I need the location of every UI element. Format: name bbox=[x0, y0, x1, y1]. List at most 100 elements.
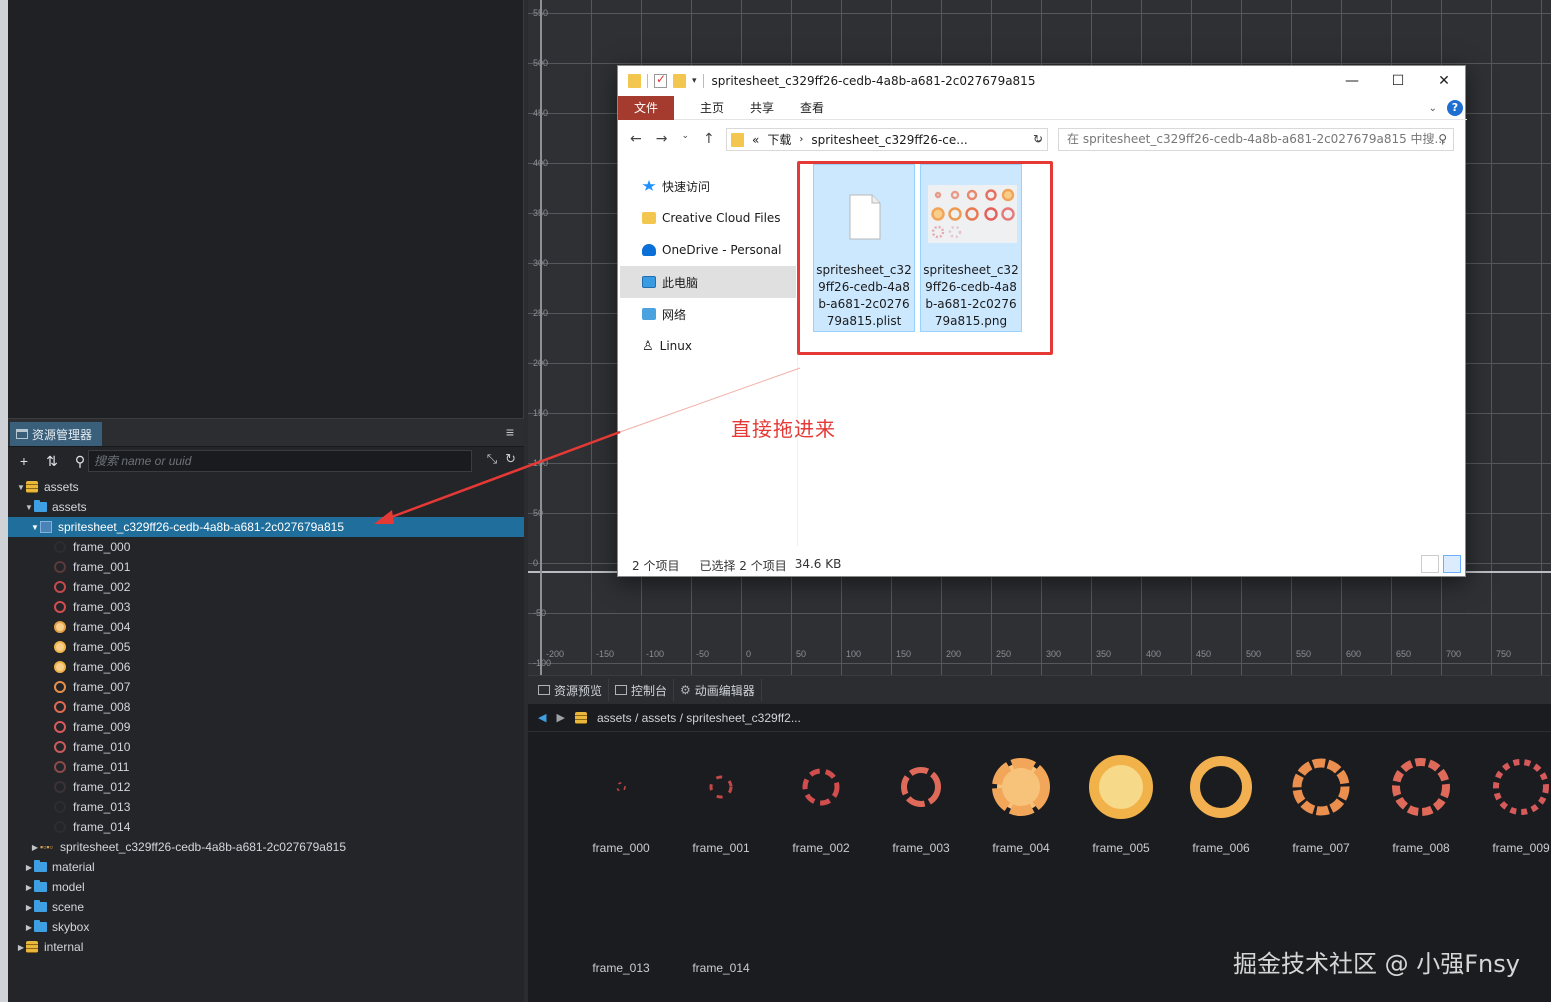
nav-network[interactable]: 网络 bbox=[618, 298, 798, 330]
tree-item-frame[interactable]: frame_011 bbox=[8, 757, 524, 777]
tree-item-folder[interactable]: ▶ model bbox=[8, 877, 524, 897]
frame-thumbnail[interactable]: frame_006 bbox=[1171, 752, 1271, 855]
collapse-arrow-icon[interactable]: ▶ bbox=[24, 863, 34, 872]
large-icons-view-button[interactable] bbox=[1443, 555, 1461, 573]
expand-arrow-icon[interactable]: ▼ bbox=[30, 523, 40, 532]
tree-item-folder[interactable]: ▶ scene bbox=[8, 897, 524, 917]
collapse-icon[interactable]: ⤡ bbox=[487, 451, 497, 467]
breadcrumb-downloads[interactable]: 下载 bbox=[767, 131, 791, 148]
frame-thumbnail[interactable]: frame_009 bbox=[1471, 752, 1551, 855]
properties-icon[interactable] bbox=[654, 72, 667, 88]
address-input[interactable]: « 下载 › spritesheet_c329ff26-ce... ⌄ bbox=[726, 128, 1048, 151]
back-arrow-icon[interactable]: ◀ bbox=[538, 711, 546, 724]
ribbon-expand-icon[interactable]: ⌄ bbox=[1429, 103, 1437, 114]
tree-item-frame[interactable]: frame_013 bbox=[8, 797, 524, 817]
tree-item-frame[interactable]: frame_012 bbox=[8, 777, 524, 797]
status-selected: 已选择 2 个项目 bbox=[699, 559, 787, 573]
tree-item-frame[interactable]: frame_008 bbox=[8, 697, 524, 717]
frame-thumbnail[interactable]: frame_014 bbox=[671, 872, 771, 975]
folder-icon bbox=[34, 860, 47, 872]
help-icon[interactable]: ? bbox=[1447, 100, 1463, 116]
tab-share[interactable]: 共享 bbox=[750, 99, 774, 116]
address-overflow[interactable]: « bbox=[752, 133, 759, 147]
tree-item-frame[interactable]: frame_010 bbox=[8, 737, 524, 757]
tree-item-assets[interactable]: ▼ assets bbox=[8, 497, 524, 517]
dropdown-icon[interactable]: ▾ bbox=[692, 76, 697, 86]
new-folder-icon[interactable] bbox=[673, 74, 686, 88]
tree-item-frame[interactable]: frame_001 bbox=[8, 557, 524, 577]
tree-item-frame[interactable]: frame_014 bbox=[8, 817, 524, 837]
tab-view[interactable]: 查看 bbox=[800, 99, 824, 116]
tab-home[interactable]: 主页 bbox=[700, 99, 724, 116]
search-icon[interactable]: ⚲ bbox=[1438, 129, 1447, 150]
tree-item-folder[interactable]: ▶ material bbox=[8, 857, 524, 877]
y-tick-label: 450 bbox=[533, 108, 549, 118]
tab-file[interactable]: 文件 bbox=[618, 95, 674, 120]
tree-item-spritesheet-plist[interactable]: ▼ spritesheet_c329ff26-cedb-4a8b-a681-2c… bbox=[8, 517, 524, 537]
details-view-button[interactable] bbox=[1421, 555, 1439, 573]
add-icon[interactable]: + bbox=[14, 451, 34, 471]
collapse-arrow-icon[interactable]: ▶ bbox=[30, 843, 40, 852]
frame-thumbnail[interactable]: frame_004 bbox=[971, 752, 1071, 855]
breadcrumb-folder[interactable]: spritesheet_c329ff26-ce... bbox=[811, 133, 967, 147]
sprite-frame-image bbox=[992, 758, 1050, 816]
nav-quick-access[interactable]: 快速访问 bbox=[618, 170, 798, 202]
collapse-arrow-icon[interactable]: ▶ bbox=[24, 923, 34, 932]
frame-thumbnail[interactable]: frame_005 bbox=[1071, 752, 1171, 855]
tab-asset-preview[interactable]: 资源预览 bbox=[532, 679, 610, 701]
refresh-icon[interactable]: ↻ bbox=[505, 451, 516, 467]
tree-item-frame[interactable]: frame_003 bbox=[8, 597, 524, 617]
tab-console[interactable]: 控制台 bbox=[609, 679, 675, 701]
menu-icon[interactable]: ≡ bbox=[506, 424, 514, 440]
frame-thumbnail[interactable]: frame_013 bbox=[571, 872, 671, 975]
frame-thumbnail[interactable]: frame_001 bbox=[671, 752, 771, 855]
nav-onedrive[interactable]: OneDrive - Personal bbox=[618, 234, 798, 266]
forward-arrow-icon[interactable]: → bbox=[656, 131, 668, 147]
tree-item-frame[interactable]: frame_005 bbox=[8, 637, 524, 657]
maximize-button[interactable]: ☐ bbox=[1375, 66, 1421, 96]
collapse-arrow-icon[interactable]: ▶ bbox=[24, 883, 34, 892]
close-button[interactable]: ✕ bbox=[1421, 66, 1467, 96]
recent-dropdown-icon[interactable]: ⌄ bbox=[681, 131, 689, 147]
refresh-icon[interactable]: ↻ bbox=[1028, 128, 1048, 151]
tree-item-assets-root[interactable]: ▼ assets bbox=[8, 477, 524, 497]
tree-label: frame_012 bbox=[73, 780, 131, 794]
database-icon bbox=[26, 941, 38, 953]
back-arrow-icon[interactable]: ← bbox=[630, 131, 642, 147]
tree-item-frame[interactable]: frame_007 bbox=[8, 677, 524, 697]
forward-arrow-icon[interactable]: ▶ bbox=[556, 711, 564, 724]
nav-linux[interactable]: ♙ Linux bbox=[618, 330, 798, 362]
frame-thumbnail[interactable]: frame_002 bbox=[771, 752, 871, 855]
frame-thumbnail[interactable]: frame_000 bbox=[571, 752, 671, 855]
frame-thumbnail[interactable]: frame_008 bbox=[1371, 752, 1471, 855]
minimize-button[interactable]: — bbox=[1329, 66, 1375, 96]
search-input[interactable]: 搜索 name or uuid bbox=[88, 450, 472, 472]
expand-arrow-icon[interactable]: ▼ bbox=[24, 503, 34, 512]
tree-item-frame[interactable]: frame_009 bbox=[8, 717, 524, 737]
frame-thumbnail[interactable]: frame_007 bbox=[1271, 752, 1371, 855]
tree-item-folder[interactable]: ▶ skybox bbox=[8, 917, 524, 937]
up-arrow-icon[interactable]: ↑ bbox=[703, 131, 715, 147]
sort-icon[interactable]: ⇅ bbox=[42, 451, 62, 471]
nav-creative-cloud[interactable]: Creative Cloud Files bbox=[618, 202, 798, 234]
nav-this-pc[interactable]: 此电脑 bbox=[620, 266, 796, 298]
tree-item-frame[interactable]: frame_000 bbox=[8, 537, 524, 557]
collapse-arrow-icon[interactable]: ▶ bbox=[24, 903, 34, 912]
tree-item-frame[interactable]: frame_002 bbox=[8, 577, 524, 597]
sprite-frame-icon bbox=[54, 621, 66, 633]
tab-animation-editor[interactable]: ⚙ 动画编辑器 bbox=[674, 679, 762, 701]
frame-label: frame_002 bbox=[792, 841, 850, 855]
collapse-arrow-icon[interactable]: ▶ bbox=[16, 943, 26, 952]
tree-item-internal[interactable]: ▶ internal bbox=[8, 937, 524, 957]
panel-tabbar: 资源管理器 ≡ bbox=[8, 419, 524, 447]
tree-item-frame[interactable]: frame_004 bbox=[8, 617, 524, 637]
search-input[interactable]: 在 spritesheet_c329ff26-cedb-4a8b-a681-2c… bbox=[1058, 128, 1454, 151]
tree-item-frame[interactable]: frame_006 bbox=[8, 657, 524, 677]
tab-asset-manager[interactable]: 资源管理器 bbox=[10, 422, 102, 446]
expand-arrow-icon[interactable]: ▼ bbox=[16, 483, 26, 492]
chevron-right-icon[interactable]: › bbox=[799, 134, 803, 145]
explorer-titlebar[interactable]: ▾ spritesheet_c329ff26-cedb-4a8b-a681-2c… bbox=[618, 66, 1467, 96]
frame-thumbnail[interactable]: frame_003 bbox=[871, 752, 971, 855]
tree-item-spritesheet-png[interactable]: ▶ ▪▫▪▫ spritesheet_c329ff26-cedb-4a8b-a6… bbox=[8, 837, 524, 857]
search-filter-icon[interactable]: ⚲ bbox=[70, 451, 90, 471]
